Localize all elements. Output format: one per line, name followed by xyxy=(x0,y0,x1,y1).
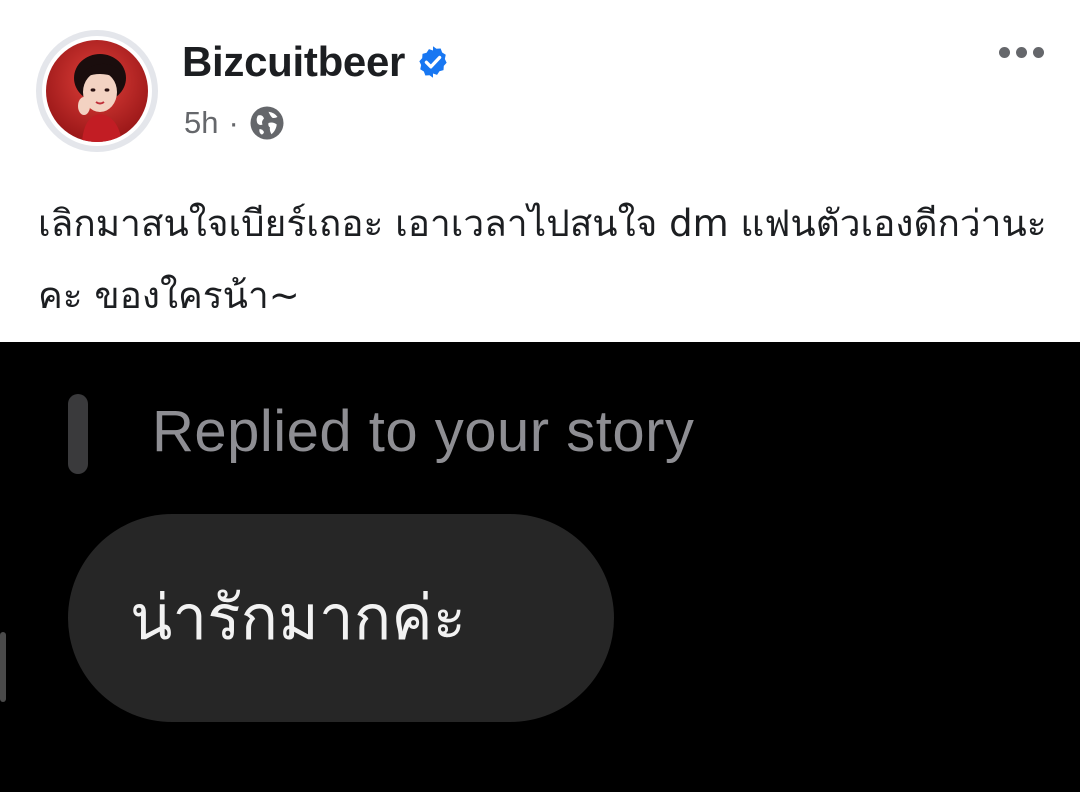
post-meta: 5h · xyxy=(184,102,285,144)
author-row: Bizcuitbeer xyxy=(182,36,451,88)
more-options-icon[interactable] xyxy=(990,34,1052,70)
avatar[interactable] xyxy=(36,30,158,152)
author-name[interactable]: Bizcuitbeer xyxy=(182,38,405,86)
post-header: Bizcuitbeer 5h · เลิกมาสนใจเบียร์เถอะ เอ… xyxy=(0,0,1080,342)
message-text: น่ารักมากค่ะ xyxy=(130,581,467,654)
verified-badge-icon xyxy=(419,46,447,78)
timestamp[interactable]: 5h xyxy=(184,105,218,141)
message-bubble[interactable]: น่ารักมากค่ะ xyxy=(68,514,614,722)
globe-icon[interactable] xyxy=(249,105,285,141)
edge-mark xyxy=(0,632,6,702)
replied-to-story-label: Replied to your story xyxy=(152,399,695,464)
reply-indicator-bar xyxy=(68,394,88,474)
story-reply-screenshot: Replied to your story น่ารักมากค่ะ xyxy=(0,342,1080,792)
meta-separator: · xyxy=(228,105,239,140)
profile-photo xyxy=(46,40,148,142)
post-caption: เลิกมาสนใจเบียร์เถอะ เอาเวลาไปสนใจ dm แฟ… xyxy=(38,202,1047,317)
